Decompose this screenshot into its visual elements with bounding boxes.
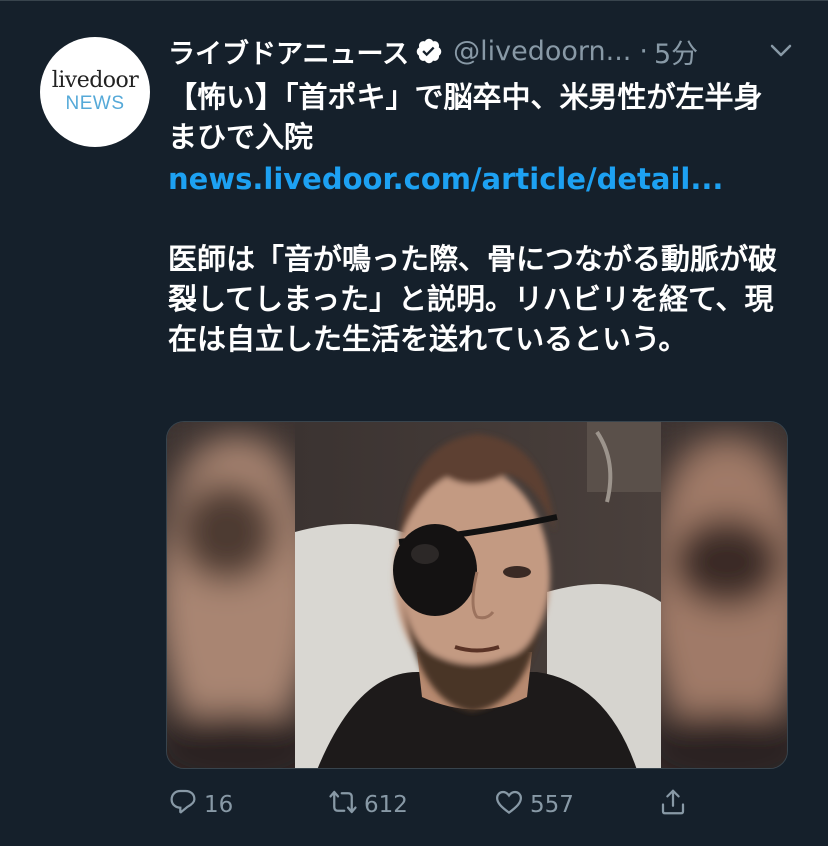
tweet-headline: 【怖い】「首ポキ」で脳卒中、米男性が左半身まひで入院 (168, 80, 763, 154)
article-link[interactable]: news.livedoor.com/article/detail... (168, 159, 723, 199)
avatar-brand-text: livedoor (51, 68, 139, 93)
share-icon (658, 787, 688, 823)
verified-badge-icon (415, 37, 443, 65)
tweet-header: ライブドアニュース @livedoorn... · 5分 (168, 31, 808, 71)
timestamp[interactable]: 5分 (654, 32, 698, 71)
share-button[interactable] (658, 785, 688, 825)
photo-image (167, 422, 787, 768)
author-handle[interactable]: @livedoorn... (453, 36, 631, 67)
tweet-actions: 16 612 557 (168, 785, 708, 825)
like-count: 557 (530, 792, 574, 818)
tweet-body: 医師は「音が鳴った際、骨につながる動脈が破裂してしまった」と説明。リハビリを経て… (168, 242, 778, 356)
tweet-photo[interactable] (166, 421, 788, 769)
reply-count: 16 (204, 792, 234, 818)
tweet[interactable]: livedoor NEWS ライブドアニュース @livedoorn... · … (0, 0, 828, 846)
retweet-icon (328, 787, 358, 823)
retweet-button[interactable]: 612 (328, 785, 408, 825)
chevron-down-icon[interactable] (768, 41, 794, 61)
separator: · (639, 35, 648, 67)
reply-button[interactable]: 16 (168, 785, 233, 825)
avatar-sub-text: NEWS (65, 93, 125, 114)
avatar[interactable]: livedoor NEWS (40, 37, 150, 147)
reply-icon (168, 787, 198, 823)
retweet-count: 612 (364, 792, 408, 818)
author-name[interactable]: ライブドアニュース (168, 32, 409, 71)
like-button[interactable]: 557 (494, 785, 574, 825)
heart-icon (494, 787, 524, 823)
